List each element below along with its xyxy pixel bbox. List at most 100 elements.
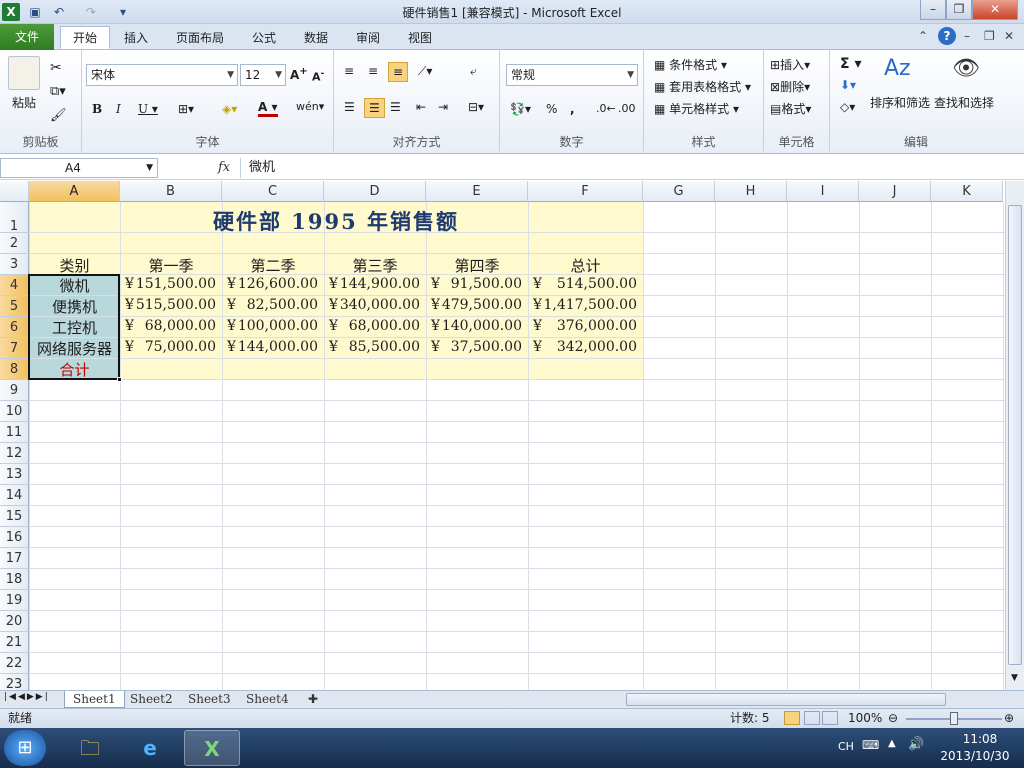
row-header-15[interactable]: 15 (0, 506, 29, 527)
formula-input[interactable]: 微机 (240, 158, 1016, 178)
row-header-4[interactable]: 4 (0, 275, 29, 296)
value-cell[interactable]: 144,000.00 (222, 339, 318, 355)
sort-filter-button[interactable]: 排序和筛选 (870, 94, 930, 111)
row-header-9[interactable]: 9 (0, 380, 29, 401)
excel-taskbar-icon[interactable]: X (184, 730, 240, 766)
copy-icon[interactable]: ⧉▾ (50, 84, 66, 99)
insert-function-button[interactable]: fx (218, 160, 230, 175)
ie-taskbar-icon[interactable]: e (122, 730, 178, 766)
paste-icon[interactable] (8, 56, 40, 90)
bold-icon[interactable]: B (92, 102, 102, 116)
increase-decimal-icon[interactable]: .0← (596, 102, 616, 115)
row-header-13[interactable]: 13 (0, 464, 29, 485)
header-2[interactable]: 第一季 (120, 255, 222, 276)
format-painter-icon[interactable]: 🖌 (50, 108, 67, 123)
sheet-title[interactable]: 硬件部 1995 年销售额 (29, 206, 643, 236)
value-cell[interactable]: 85,500.00 (324, 339, 420, 355)
value-cell[interactable]: 126,600.00 (222, 276, 318, 292)
column-header-e[interactable]: E (426, 181, 528, 202)
select-all-corner[interactable] (0, 181, 29, 202)
keyboard-icon[interactable]: ⌨ (862, 738, 879, 752)
doc-minimize-icon[interactable]: – (964, 29, 970, 43)
insert-cells-button[interactable]: ⊞插入▾ (770, 56, 810, 73)
sort-filter-icon[interactable]: Aᴢ (884, 56, 911, 81)
sheet-tab-4[interactable]: Sheet4 (238, 691, 297, 708)
column-header-a[interactable]: A (29, 181, 120, 202)
tab-view[interactable]: 视图 (396, 27, 444, 50)
tab-file[interactable]: 文件 (0, 24, 54, 50)
value-cell[interactable]: 68,000.00 (120, 318, 216, 334)
align-left-icon[interactable]: ☰ (344, 100, 355, 114)
value-cell[interactable]: 376,000.00 (528, 318, 637, 334)
align-top-icon[interactable]: ≡ (344, 64, 354, 78)
phonetic-icon[interactable]: wén▾ (296, 100, 324, 113)
comma-style-icon[interactable]: , (570, 102, 575, 116)
value-cell[interactable]: 68,000.00 (324, 318, 420, 334)
shrink-font-icon[interactable]: A- (312, 68, 324, 84)
merge-center-icon[interactable]: ⊟▾ (468, 100, 484, 114)
row-header-6[interactable]: 6 (0, 317, 29, 338)
row-header-2[interactable]: 2 (0, 233, 29, 254)
maximize-button[interactable]: ❐ (946, 0, 972, 20)
column-header-i[interactable]: I (787, 181, 859, 202)
value-cell[interactable]: 75,000.00 (120, 339, 216, 355)
align-right-icon[interactable]: ☰ (390, 100, 401, 114)
row-header-17[interactable]: 17 (0, 548, 29, 569)
value-cell[interactable]: 82,500.00 (222, 297, 318, 313)
row-header-10[interactable]: 10 (0, 401, 29, 422)
language-indicator[interactable]: CH (838, 740, 854, 753)
value-cell[interactable]: 479,500.00 (426, 297, 522, 313)
fill-icon[interactable]: ⬇▾ (840, 78, 856, 92)
scroll-down-icon[interactable]: ▼ (1011, 673, 1018, 683)
tab-insert[interactable]: 插入 (112, 27, 160, 50)
wrap-text-icon[interactable]: ⤶ (470, 64, 477, 79)
cell-styles-button[interactable]: ▦ 单元格样式 ▾ (654, 100, 739, 117)
column-header-f[interactable]: F (528, 181, 643, 202)
value-cell[interactable]: 1,417,500.00 (528, 297, 637, 313)
format-as-table-button[interactable]: ▦ 套用表格格式 ▾ (654, 78, 751, 95)
value-cell[interactable]: 140,000.00 (426, 318, 522, 334)
sheet-nav-icon[interactable]: |◀◀▶▶| (4, 692, 50, 702)
font-name-combo[interactable]: 宋体 ▼ (86, 64, 238, 86)
horizontal-scroll-thumb[interactable] (626, 693, 946, 706)
tab-review[interactable]: 审阅 (344, 27, 392, 50)
header-5[interactable]: 第四季 (426, 255, 528, 276)
paste-button[interactable]: 粘贴 (12, 94, 36, 111)
row-header-16[interactable]: 16 (0, 527, 29, 548)
help-icon[interactable]: ? (938, 27, 956, 45)
value-cell[interactable]: 514,500.00 (528, 276, 637, 292)
value-cell[interactable]: 151,500.00 (120, 276, 216, 292)
vertical-scrollbar[interactable]: ▼ (1005, 181, 1024, 690)
find-select-button[interactable]: 查找和选择 (934, 94, 994, 111)
header-1[interactable]: 类别 (29, 255, 120, 276)
tab-formulas[interactable]: 公式 (240, 27, 288, 50)
zoom-out-icon[interactable]: ⊖ (888, 709, 898, 728)
fill-color-icon[interactable]: ◈▾ (222, 102, 237, 116)
percent-icon[interactable]: % (546, 102, 557, 116)
align-middle-icon[interactable]: ≡ (368, 64, 378, 78)
fill-handle[interactable] (117, 377, 122, 382)
zoom-in-icon[interactable]: ⊕ (1004, 709, 1014, 728)
increase-indent-icon[interactable]: ⇥ (438, 100, 448, 114)
conditional-format-button[interactable]: ▦ 条件格式 ▾ (654, 56, 727, 73)
decrease-indent-icon[interactable]: ⇤ (416, 100, 426, 114)
row-header-12[interactable]: 12 (0, 443, 29, 464)
tab-page-layout[interactable]: 页面布局 (164, 27, 236, 50)
delete-cells-button[interactable]: ⊠删除▾ (770, 78, 810, 95)
sheet-tab-1[interactable]: Sheet1 (64, 691, 125, 708)
doc-close-icon[interactable]: ✕ (1004, 29, 1014, 43)
start-button-icon[interactable]: ⊞ (4, 730, 46, 766)
value-cell[interactable]: 100,000.00 (222, 318, 318, 334)
row-header-5[interactable]: 5 (0, 296, 29, 317)
accounting-format-icon[interactable]: 💱▾ (510, 102, 531, 116)
vertical-scroll-thumb[interactable] (1008, 205, 1022, 665)
cut-icon[interactable]: ✂ (50, 60, 62, 76)
normal-view-icon[interactable] (784, 711, 800, 725)
decrease-decimal-icon[interactable]: .00 (618, 102, 636, 115)
tab-data[interactable]: 数据 (292, 27, 340, 50)
row-header-11[interactable]: 11 (0, 422, 29, 443)
font-size-combo[interactable]: 12 ▼ (240, 64, 286, 86)
column-header-c[interactable]: C (222, 181, 324, 202)
value-cell[interactable]: 342,000.00 (528, 339, 637, 355)
value-cell[interactable]: 515,500.00 (120, 297, 216, 313)
